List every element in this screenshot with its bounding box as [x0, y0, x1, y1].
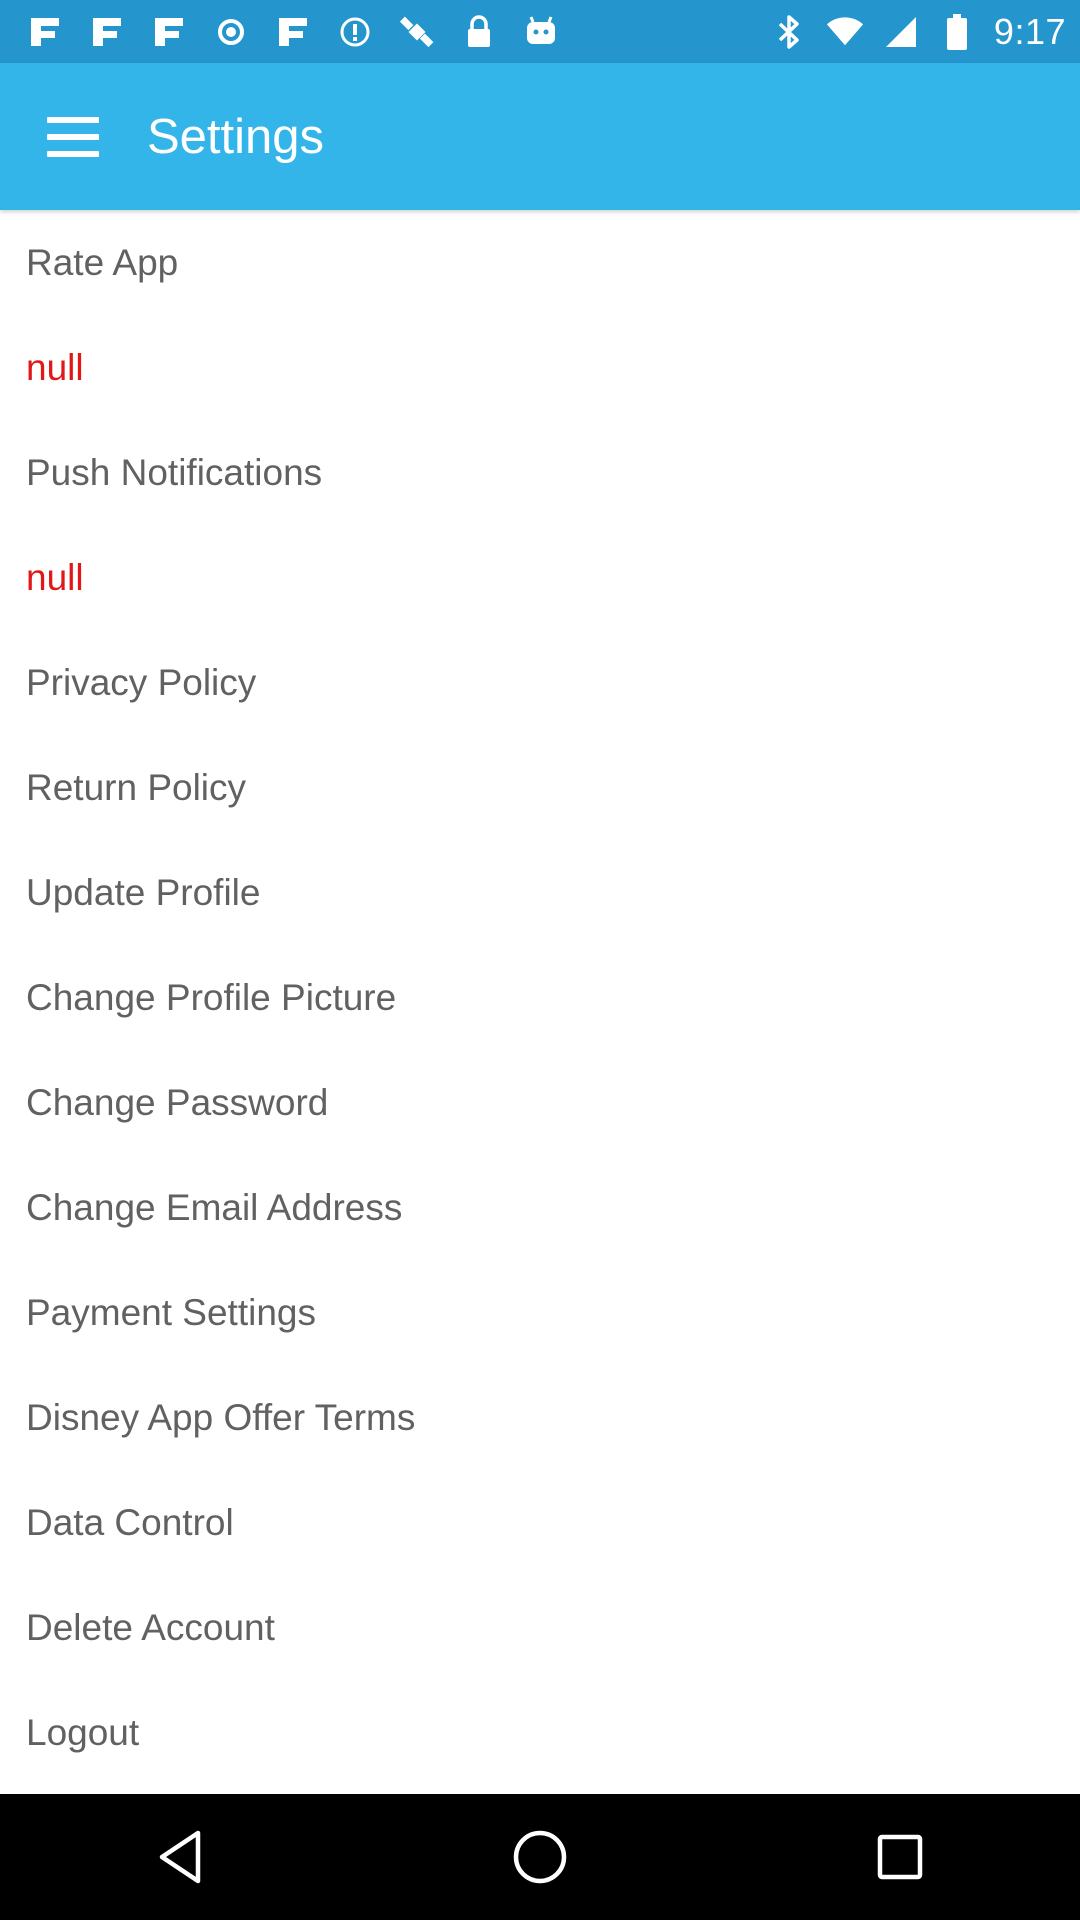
android-icon	[522, 13, 560, 51]
bluetooth-icon	[770, 13, 808, 51]
settings-item-payment-settings[interactable]: Payment Settings	[0, 1260, 1080, 1365]
alert-circle-icon	[336, 13, 374, 51]
hamburger-menu-icon[interactable]	[47, 116, 99, 157]
settings-item-update-profile[interactable]: Update Profile	[0, 840, 1080, 945]
navigation-bar	[0, 1794, 1080, 1920]
fan-icon	[26, 13, 64, 51]
battery-icon	[938, 13, 976, 51]
wifi-icon	[826, 13, 864, 51]
settings-item-return-policy[interactable]: Return Policy	[0, 735, 1080, 840]
fan-icon	[88, 13, 126, 51]
app-bar: Settings	[0, 63, 1080, 210]
recents-icon[interactable]	[855, 1812, 945, 1902]
settings-item-change-password[interactable]: Change Password	[0, 1050, 1080, 1155]
settings-item-data-control[interactable]: Data Control	[0, 1470, 1080, 1575]
fan-icon	[150, 13, 188, 51]
back-icon[interactable]	[135, 1812, 225, 1902]
page-title: Settings	[147, 109, 325, 164]
status-bar: 9:17	[0, 0, 1080, 63]
settings-item-change-profile-picture[interactable]: Change Profile Picture	[0, 945, 1080, 1050]
settings-item-logout[interactable]: Logout	[0, 1680, 1080, 1785]
settings-item-rate-app[interactable]: Rate App	[0, 210, 1080, 315]
settings-item-delete-account[interactable]: Delete Account	[0, 1575, 1080, 1680]
home-icon[interactable]	[495, 1812, 585, 1902]
settings-item-null[interactable]: null	[0, 525, 1080, 630]
settings-item-change-email-address[interactable]: Change Email Address	[0, 1155, 1080, 1260]
settings-item-null[interactable]: null	[0, 315, 1080, 420]
settings-item-disney-app-offer-terms[interactable]: Disney App Offer Terms	[0, 1365, 1080, 1470]
lock-icon	[460, 13, 498, 51]
signal-icon	[882, 13, 920, 51]
settings-item-push-notifications[interactable]: Push Notifications	[0, 420, 1080, 525]
status-time: 9:17	[993, 10, 1066, 52]
circle-dot-icon	[212, 13, 250, 51]
fan-icon	[274, 13, 312, 51]
settings-list: Rate App null Push Notifications null Pr…	[0, 210, 1080, 1793]
fake-gps-icon	[398, 13, 436, 51]
settings-item-privacy-policy[interactable]: Privacy Policy	[0, 630, 1080, 735]
